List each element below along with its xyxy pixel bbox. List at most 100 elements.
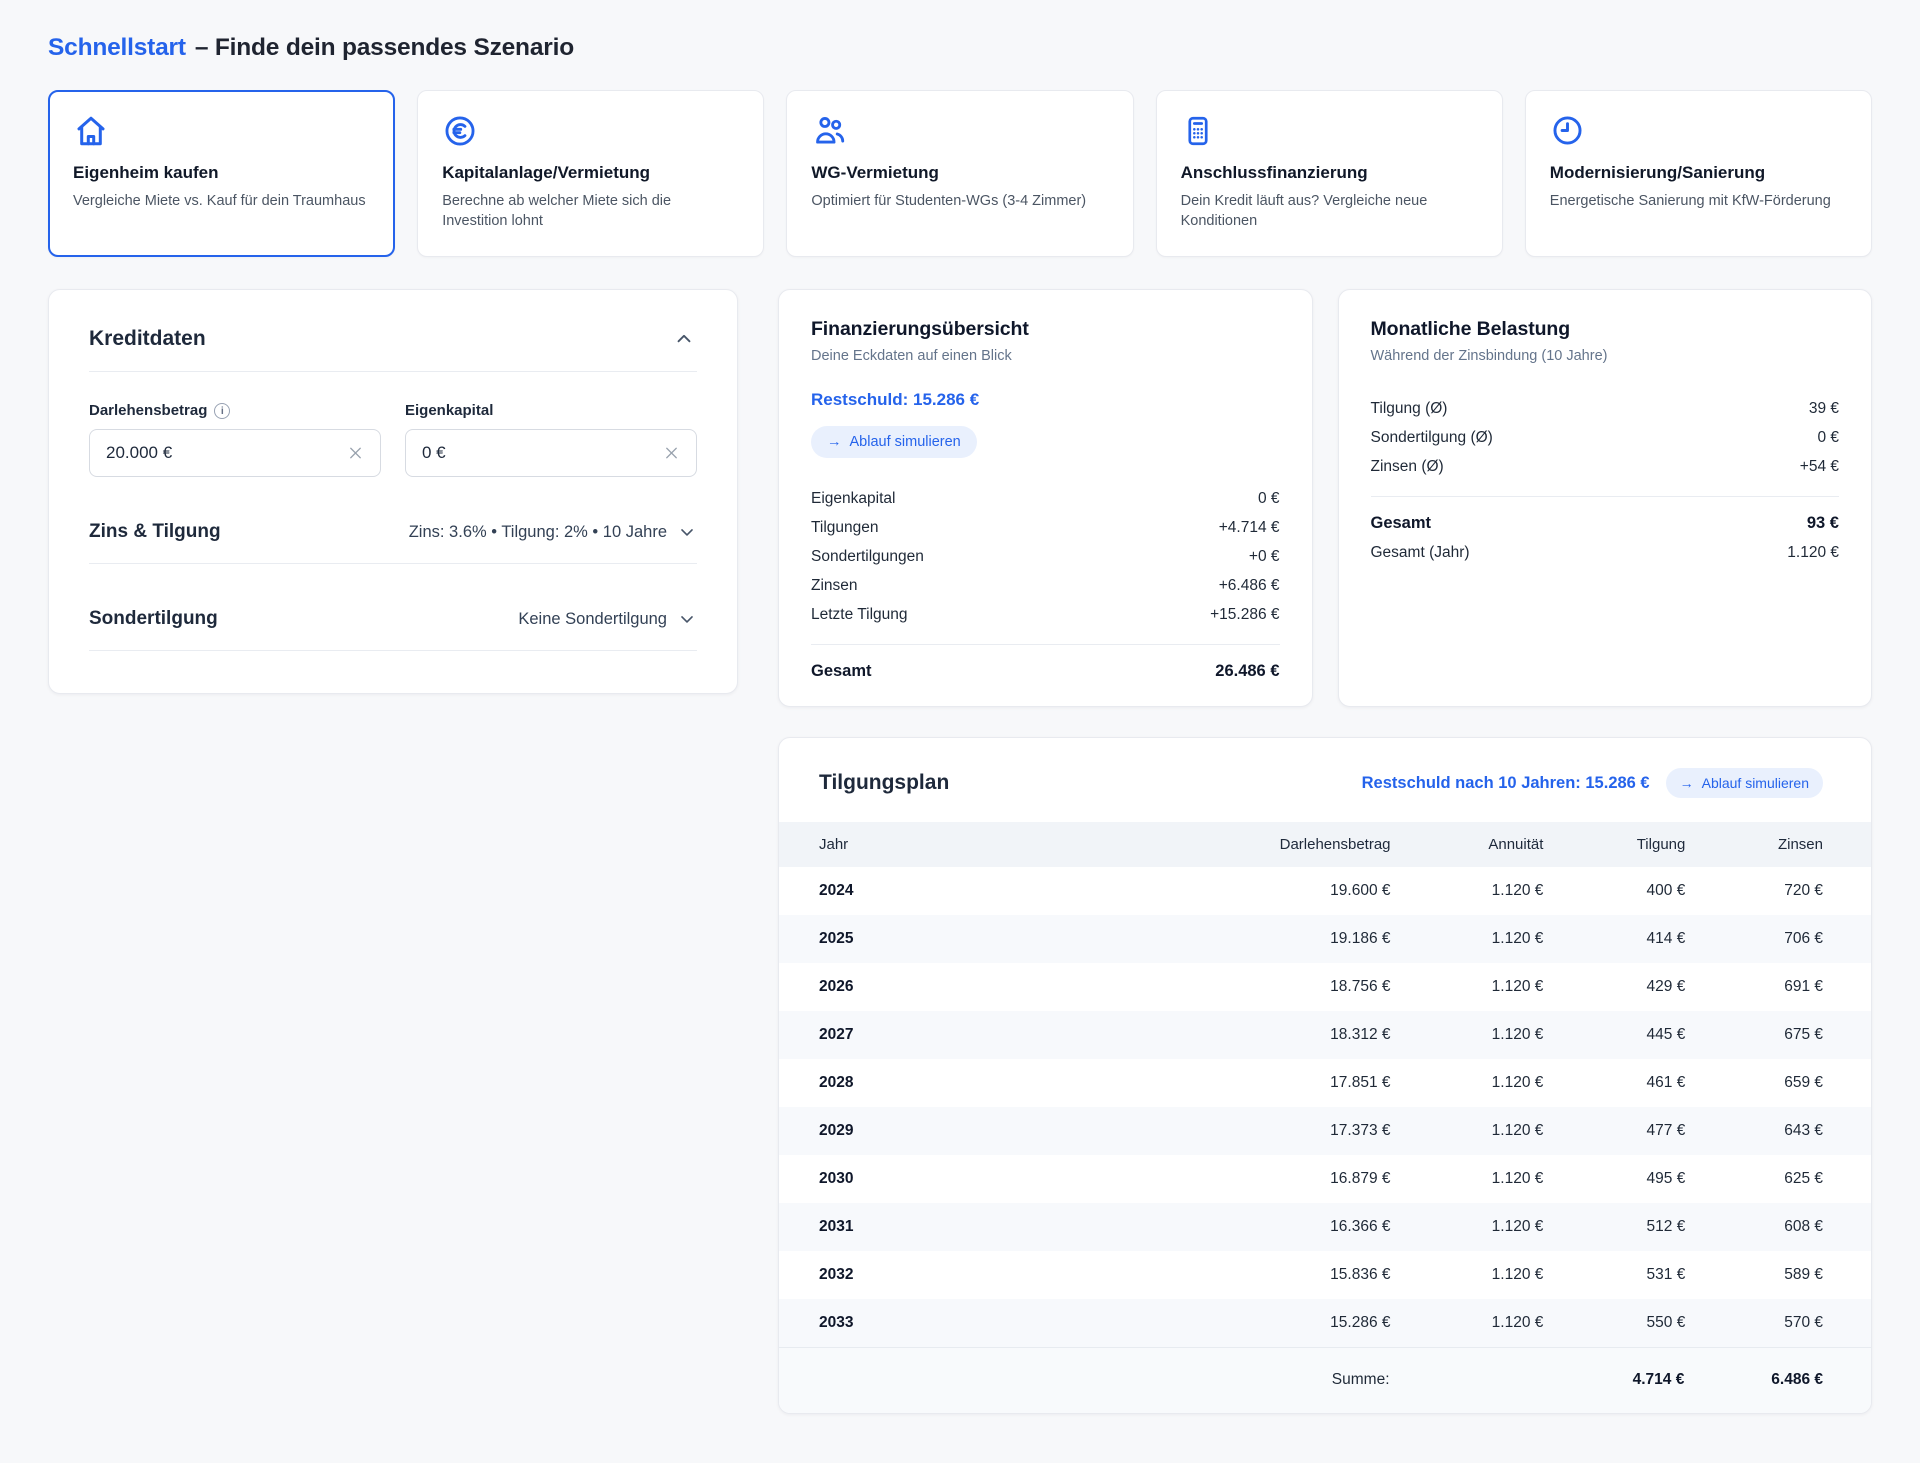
empty-cell xyxy=(1391,1347,1544,1413)
divider xyxy=(89,563,697,564)
row-label: Sondertilgungen xyxy=(811,548,924,566)
kreditdaten-collapse-button[interactable] xyxy=(671,326,697,352)
value-cell: 445 € xyxy=(1543,1011,1685,1059)
section-zins-tilgung[interactable]: Zins & Tilgung Zins: 3.6% • Tilgung: 2% … xyxy=(89,521,697,543)
monatlich-rows: Tilgung (Ø)39 €Sondertilgung (Ø)0 € Zinse… xyxy=(1371,394,1840,481)
summary-row: Letzte Tilgung+15.286 € xyxy=(811,600,1280,629)
darlehensbetrag-input[interactable] xyxy=(89,429,381,477)
field-label: Eigenkapital xyxy=(405,402,697,419)
table-head: JahrDarlehensbetragAnnuitätTilgungZinsen xyxy=(779,822,1871,867)
scenario-title: WG-Vermietung xyxy=(811,163,1108,183)
value-cell: 17.851 € xyxy=(1194,1059,1391,1107)
scenario-description: Energetische Sanierung mit KfW-Förderung xyxy=(1550,191,1847,211)
total-label: Gesamt (Jahr) xyxy=(1371,544,1470,562)
value-cell: 429 € xyxy=(1543,963,1685,1011)
ablauf-simulieren-button[interactable]: → Ablauf simulieren xyxy=(811,426,977,458)
restschuld-nach-jahren-link[interactable]: Restschuld nach 10 Jahren: 15.286 € xyxy=(1362,774,1650,793)
value-cell: 18.756 € xyxy=(1194,963,1391,1011)
header-row: JahrDarlehensbetragAnnuitätTilgungZinsen xyxy=(779,822,1871,867)
value-cell: 691 € xyxy=(1685,963,1871,1011)
summary-row: Tilgung (Ø)39 € xyxy=(1371,394,1840,423)
tilgungsplan-table: JahrDarlehensbetragAnnuitätTilgungZinsen… xyxy=(779,822,1871,1413)
section-summary-wrap: Keine Sondertilgung xyxy=(518,609,697,629)
house-icon xyxy=(73,113,370,151)
value-cell: 1.120 € xyxy=(1391,963,1544,1011)
kreditdaten-fields: Darlehensbetrag i xyxy=(89,402,697,477)
value-cell: 1.120 € xyxy=(1391,867,1544,915)
summary-zinsen-value: 6.486 € xyxy=(1685,1347,1871,1413)
chevron-up-icon xyxy=(673,338,695,353)
kreditdaten-panel: Kreditdaten Darlehensbetrag i xyxy=(48,289,738,694)
value-cell: 414 € xyxy=(1543,915,1685,963)
value-cell: 1.120 € xyxy=(1391,1251,1544,1299)
row-value: +0 € xyxy=(1249,548,1280,566)
page: Schnellstart– Finde dein passendes Szena… xyxy=(0,0,1920,1460)
total-label: Gesamt xyxy=(811,662,872,681)
value-cell: 1.120 € xyxy=(1391,1011,1544,1059)
arrow-right-icon: → xyxy=(827,434,842,450)
monatliche-belastung-panel: Monatliche Belastung Während der Zinsbin… xyxy=(1338,289,1873,707)
info-icon[interactable]: i xyxy=(214,403,230,419)
main-content: Kreditdaten Darlehensbetrag i xyxy=(48,289,1872,1414)
summary-row: Sondertilgungen +0 € xyxy=(811,542,1280,571)
value-cell: 15.286 € xyxy=(1194,1299,1391,1347)
row-value: +15.286 € xyxy=(1210,606,1279,624)
scenario-title: Anschlussfinanzierung xyxy=(1181,163,1478,183)
divider xyxy=(89,650,697,651)
restschuld-link[interactable]: Restschuld: 15.286 € xyxy=(811,390,979,410)
field-label: Darlehensbetrag i xyxy=(89,402,381,419)
chevron-down-icon xyxy=(677,522,697,542)
calculator-icon xyxy=(1181,113,1478,151)
row-label: Eigenkapital xyxy=(811,490,895,508)
clear-darlehensbetrag-button[interactable] xyxy=(342,440,369,467)
arrow-right-icon: → xyxy=(1680,775,1694,791)
value-cell: 675 € xyxy=(1685,1011,1871,1059)
value-cell: 1.120 € xyxy=(1391,1203,1544,1251)
total-label: Gesamt xyxy=(1371,514,1432,533)
summary-row: Sondertilgung (Ø)0 € xyxy=(1371,423,1840,452)
button-label: Ablauf simulieren xyxy=(1702,775,1809,791)
page-title: Schnellstart– Finde dein passendes Szena… xyxy=(48,34,1872,62)
summary-row: Zinsen+6.486 € xyxy=(811,571,1280,600)
section-sondertilgung[interactable]: Sondertilgung Keine Sondertilgung xyxy=(89,608,697,630)
scenario-title: Modernisierung/Sanierung xyxy=(1550,163,1847,183)
clear-eigenkapital-button[interactable] xyxy=(658,440,685,467)
row-label: Sondertilgung (Ø) xyxy=(1371,429,1493,447)
scenario-card-anschlussfinanzierung[interactable]: AnschlussfinanzierungDein Kredit läuft a… xyxy=(1156,90,1503,257)
value-cell: 570 € xyxy=(1685,1299,1871,1347)
table-row: 203116.366 €1.120 €512 €608 € xyxy=(779,1203,1871,1251)
finanzierung-rows: Eigenkapital0 €Tilgungen+4.714 €Sonderti… xyxy=(811,484,1280,629)
scenario-card-modernisierung-sanierung[interactable]: Modernisierung/Sanierung Energetische San… xyxy=(1525,90,1872,257)
value-cell: 643 € xyxy=(1685,1107,1871,1155)
year-cell: 2032 xyxy=(779,1251,1194,1299)
eigenkapital-input[interactable] xyxy=(405,429,697,477)
section-summary: Zins: 3.6% • Tilgung: 2% • 10 Jahre xyxy=(409,523,667,542)
ablauf-simulieren-button[interactable]: → Ablauf simulieren xyxy=(1666,768,1823,798)
row-label: Tilgungen xyxy=(811,519,879,537)
darlehensbetrag-field: Darlehensbetrag i xyxy=(89,402,381,477)
page-title-highlight: Schnellstart xyxy=(48,34,186,61)
total-value: 93 € xyxy=(1807,514,1839,533)
scenario-card-kapitalanlage-vermietung[interactable]: Kapitalanlage/VermietungBerechne ab welc… xyxy=(417,90,764,257)
divider xyxy=(89,371,697,372)
scenario-card-wg-vermietung[interactable]: WG-VermietungOptimiert für Studenten-WGs… xyxy=(786,90,1133,257)
table-row: 202519.186 €1.120 €414 €706 € xyxy=(779,915,1871,963)
divider xyxy=(811,644,1280,645)
year-cell: 2030 xyxy=(779,1155,1194,1203)
input-wrap xyxy=(405,429,697,477)
year-cell: 2028 xyxy=(779,1059,1194,1107)
finanzierungsuebersicht-panel: Finanzierungsübersicht Deine Eckdaten au… xyxy=(778,289,1313,707)
chevron-down-icon xyxy=(677,609,697,629)
value-cell: 1.120 € xyxy=(1391,1155,1544,1203)
value-cell: 589 € xyxy=(1685,1251,1871,1299)
year-cell: 2027 xyxy=(779,1011,1194,1059)
year-cell: 2024 xyxy=(779,867,1194,915)
scenario-card-list: Eigenheim kaufenVergleiche Miete vs. Kau… xyxy=(48,90,1872,257)
row-label: Zinsen (Ø) xyxy=(1371,458,1444,476)
value-cell: 1.120 € xyxy=(1391,1107,1544,1155)
divider xyxy=(1371,496,1840,497)
input-wrap xyxy=(89,429,381,477)
scenario-card-eigenheim-kaufen[interactable]: Eigenheim kaufenVergleiche Miete vs. Kau… xyxy=(48,90,395,257)
scenario-title: Kapitalanlage/Vermietung xyxy=(442,163,739,183)
column-header: Jahr xyxy=(779,822,1194,867)
